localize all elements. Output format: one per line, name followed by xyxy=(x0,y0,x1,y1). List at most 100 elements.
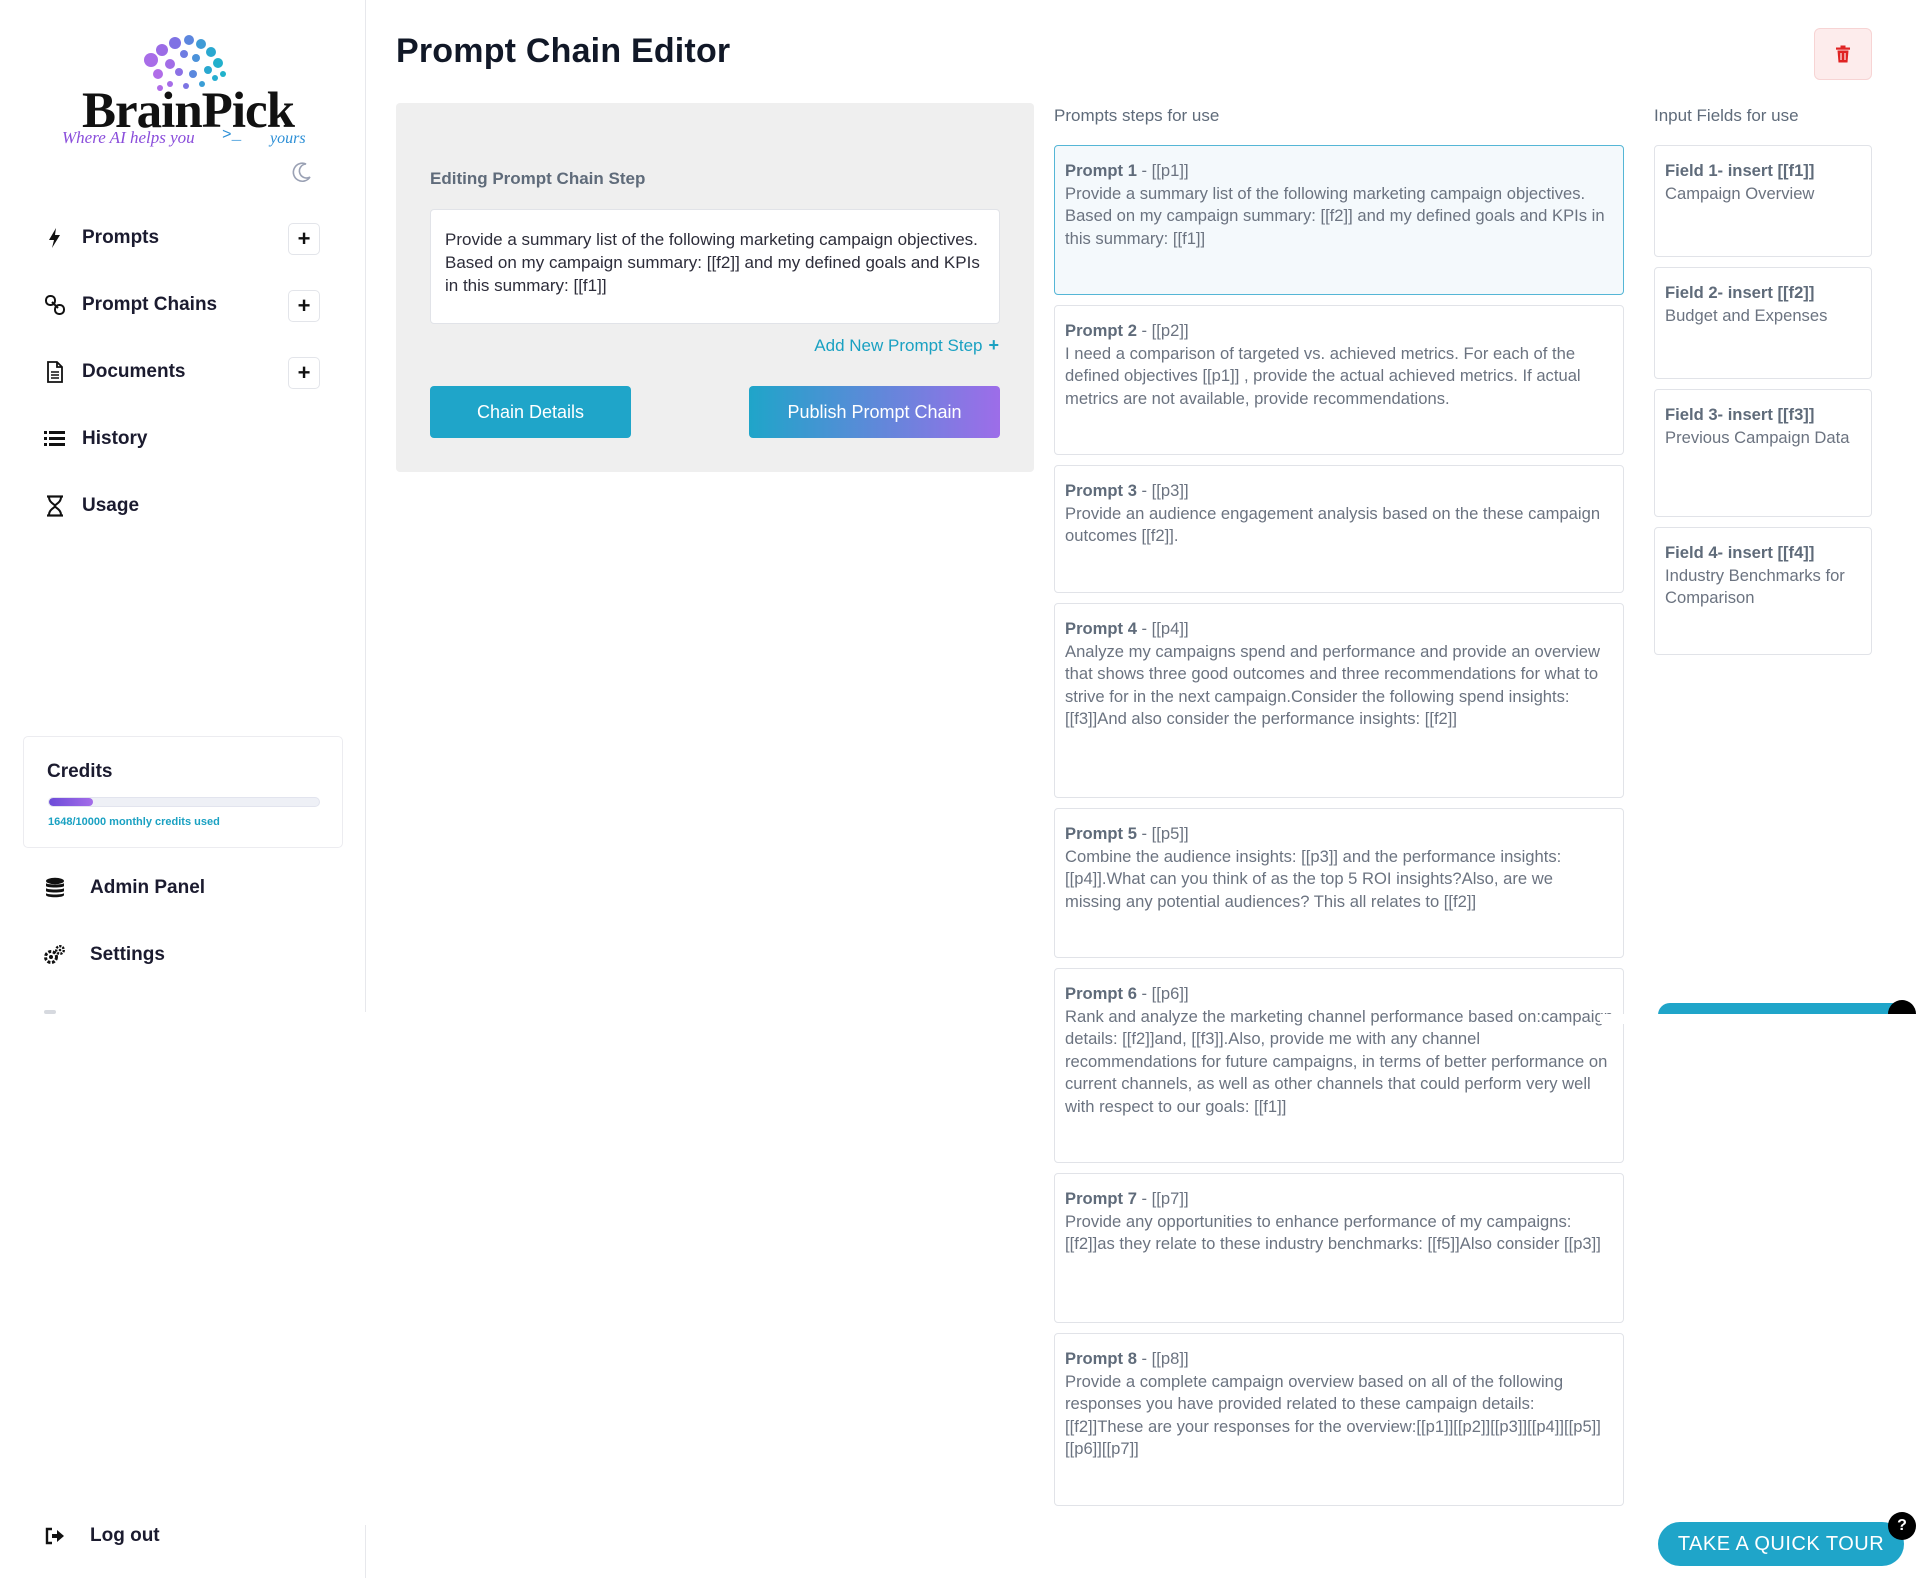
sidebar: BrainPick Where AI helps you >_ yours Pr… xyxy=(0,0,366,1578)
field-title: Field 4- insert [[f4]] xyxy=(1665,543,1815,562)
sidebar-item-prompts[interactable]: Prompts + xyxy=(44,216,326,260)
prompt-title: Prompt 6 xyxy=(1065,984,1137,1003)
logout-label: Log out xyxy=(90,1525,160,1546)
prompt-ref: - [[p8]] xyxy=(1136,1349,1189,1368)
prompt-ref: - [[p6]] xyxy=(1136,984,1189,1003)
field-text: Industry Benchmarks for Comparison xyxy=(1665,565,1845,608)
sidebar-item-settings[interactable]: Settings xyxy=(44,933,165,977)
sidebar-item-usage[interactable]: Usage xyxy=(44,484,326,528)
field-title: Field 2- insert [[f2]] xyxy=(1665,283,1815,302)
logout-button[interactable]: Log out xyxy=(44,1514,160,1558)
prompt-text: Analyze my campaigns spend and performan… xyxy=(1065,641,1600,729)
field-text: Previous Campaign Data xyxy=(1665,427,1850,447)
prompt-card-6[interactable]: Prompt 6 - [[p6]] Rank and analyze the m… xyxy=(1054,968,1624,1163)
prompt-title: Prompt 7 xyxy=(1065,1189,1137,1208)
logo-prompt-symbol: >_ xyxy=(222,126,242,144)
publish-prompt-chain-button[interactable]: Publish Prompt Chain xyxy=(749,386,1000,438)
sidebar-item-label: Settings xyxy=(90,944,165,965)
prompt-ref: - [[p7]] xyxy=(1136,1189,1189,1208)
prompt-ref: - [[p3]] xyxy=(1136,481,1189,500)
sidebar-item-label: Usage xyxy=(82,495,140,516)
add-step-label: Add New Prompt Step xyxy=(814,335,983,355)
field-text: Campaign Overview xyxy=(1665,183,1815,203)
field-card-3[interactable]: Field 3- insert [[f3]] Previous Campaign… xyxy=(1654,389,1872,517)
field-card-4[interactable]: Field 4- insert [[f4]] Industry Benchmar… xyxy=(1654,527,1872,655)
credits-progress-fill xyxy=(49,798,94,806)
sidebar-item-history[interactable]: History xyxy=(44,417,326,461)
sidebar-divider xyxy=(365,1525,366,1578)
sidebar-item-label: Prompts xyxy=(82,227,160,248)
prompt-card-7[interactable]: Prompt 7 - [[p7]] Provide any opportunit… xyxy=(1054,1173,1624,1323)
prompts-column-heading: Prompts steps for use xyxy=(1054,106,1220,125)
prompt-title: Prompt 3 xyxy=(1065,481,1137,500)
prompt-ref: - [[p1]] xyxy=(1136,161,1189,180)
prompt-text: I need a comparison of targeted vs. achi… xyxy=(1065,343,1581,408)
document-icon xyxy=(44,361,66,383)
credits-card: Credits 1648/10000 monthly credits used xyxy=(23,736,343,848)
plus-icon: + xyxy=(988,335,999,355)
sidebar-item-prompt-chains[interactable]: Prompt Chains + xyxy=(44,283,326,327)
field-text: Budget and Expenses xyxy=(1665,305,1828,325)
add-prompt-step-link[interactable]: Add New Prompt Step + xyxy=(814,335,999,356)
delete-chain-button[interactable] xyxy=(1814,28,1872,80)
hourglass-icon xyxy=(44,495,66,517)
prompt-title: Prompt 2 xyxy=(1065,321,1137,340)
prompt-text: Combine the audience insights: [[p3]] an… xyxy=(1065,846,1562,911)
field-title: Field 1- insert [[f1]] xyxy=(1665,161,1815,180)
prompt-title: Prompt 4 xyxy=(1065,619,1137,638)
database-icon xyxy=(44,877,66,899)
add-prompt-chain-button[interactable]: + xyxy=(288,290,320,322)
prompt-title: Prompt 8 xyxy=(1065,1349,1137,1368)
prompt-ref: - [[p5]] xyxy=(1136,824,1189,843)
add-document-button[interactable]: + xyxy=(288,357,320,389)
prompt-card-8[interactable]: Prompt 8 - [[p8]] Provide a complete cam… xyxy=(1054,1333,1624,1506)
field-card-2[interactable]: Field 2- insert [[f2]] Budget and Expens… xyxy=(1654,267,1872,379)
sidebar-item-admin-panel[interactable]: Admin Panel xyxy=(44,866,205,910)
prompt-ref: - [[p2]] xyxy=(1136,321,1189,340)
moon-icon xyxy=(292,162,311,183)
gears-icon xyxy=(44,944,66,966)
prompt-text: Rank and analyze the marketing channel p… xyxy=(1065,1006,1613,1116)
logout-icon xyxy=(44,1525,66,1547)
sidebar-item-label: Documents xyxy=(82,361,186,382)
sidebar-item-label: History xyxy=(82,428,148,449)
prompt-title: Prompt 1 xyxy=(1065,161,1137,180)
prompt-card-1[interactable]: Prompt 1 - [[p1]] Provide a summary list… xyxy=(1054,145,1624,295)
link-icon xyxy=(44,294,66,316)
credits-title: Credits xyxy=(47,761,113,782)
credits-progress-bar xyxy=(48,797,320,807)
sidebar-item-label: Admin Panel xyxy=(90,877,206,898)
list-icon xyxy=(44,428,66,450)
prompt-card-4[interactable]: Prompt 4 - [[p4]] Analyze my campaigns s… xyxy=(1054,603,1624,798)
trash-icon xyxy=(1836,45,1850,63)
prompt-card-3[interactable]: Prompt 3 - [[p3]] Provide an audience en… xyxy=(1054,465,1624,593)
field-title: Field 3- insert [[f3]] xyxy=(1665,405,1815,424)
prompt-card-5[interactable]: Prompt 5 - [[p5]] Combine the audience i… xyxy=(1054,808,1624,958)
truncated-item-edge xyxy=(44,1010,56,1014)
bolt-icon xyxy=(44,227,66,249)
sidebar-divider xyxy=(365,0,366,1012)
prompt-text: Provide a summary list of the following … xyxy=(1065,183,1605,248)
credits-summary: 1648/10000 monthly credits used xyxy=(48,816,220,828)
fields-column-heading: Input Fields for use xyxy=(1654,106,1799,125)
chain-details-button[interactable]: Chain Details xyxy=(430,386,631,438)
prompt-card-2[interactable]: Prompt 2 - [[p2]] I need a comparison of… xyxy=(1054,305,1624,455)
prompt-step-textarea[interactable]: Provide a summary list of the following … xyxy=(430,209,1000,324)
prompt-text: Provide a complete campaign overview bas… xyxy=(1065,1371,1601,1459)
seam-mask xyxy=(1600,1014,1920,1024)
prompt-text: Provide an audience engagement analysis … xyxy=(1065,503,1601,546)
dark-mode-toggle[interactable] xyxy=(290,160,314,184)
add-prompt-button[interactable]: + xyxy=(288,223,320,255)
sidebar-item-documents[interactable]: Documents + xyxy=(44,350,326,394)
take-quick-tour-button[interactable]: TAKE A QUICK TOUR xyxy=(1658,1522,1904,1566)
prompt-step-editor: Editing Prompt Chain Step Provide a summ… xyxy=(396,103,1034,472)
prompt-title: Prompt 5 xyxy=(1065,824,1137,843)
page-title: Prompt Chain Editor xyxy=(396,32,731,70)
prompt-text: Provide any opportunities to enhance per… xyxy=(1065,1211,1601,1254)
prompt-ref: - [[p4]] xyxy=(1136,619,1189,638)
field-card-1[interactable]: Field 1- insert [[f1]] Campaign Overview xyxy=(1654,145,1872,257)
logo-tagline: Where AI helps you xyxy=(62,128,195,147)
help-badge[interactable]: ? xyxy=(1888,1512,1916,1540)
brainpick-logo[interactable]: BrainPick Where AI helps you >_ yours xyxy=(58,30,318,155)
sidebar-item-label: Prompt Chains xyxy=(82,294,218,315)
